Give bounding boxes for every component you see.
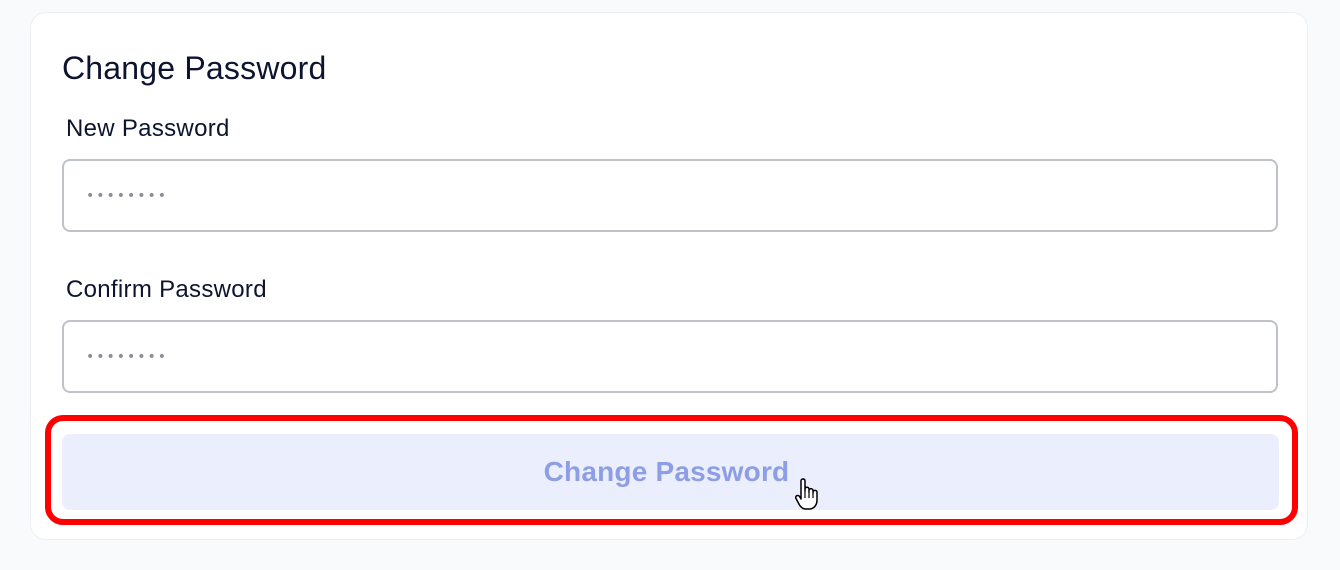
- confirm-password-masked-value: ••••••••: [86, 348, 169, 365]
- change-password-button-label: Change Password: [543, 456, 790, 487]
- change-password-button[interactable]: Change Password: [62, 434, 1279, 510]
- new-password-masked-value: ••••••••: [86, 187, 169, 204]
- confirm-password-label: Confirm Password: [66, 276, 267, 303]
- confirm-password-input[interactable]: ••••••••: [62, 320, 1278, 393]
- new-password-input[interactable]: ••••••••: [62, 159, 1278, 232]
- hand-pointer-icon: [794, 478, 818, 510]
- new-password-label: New Password: [66, 115, 230, 142]
- change-password-card: Change Password New Password •••••••• Co…: [30, 12, 1308, 540]
- card-title: Change Password: [62, 50, 327, 86]
